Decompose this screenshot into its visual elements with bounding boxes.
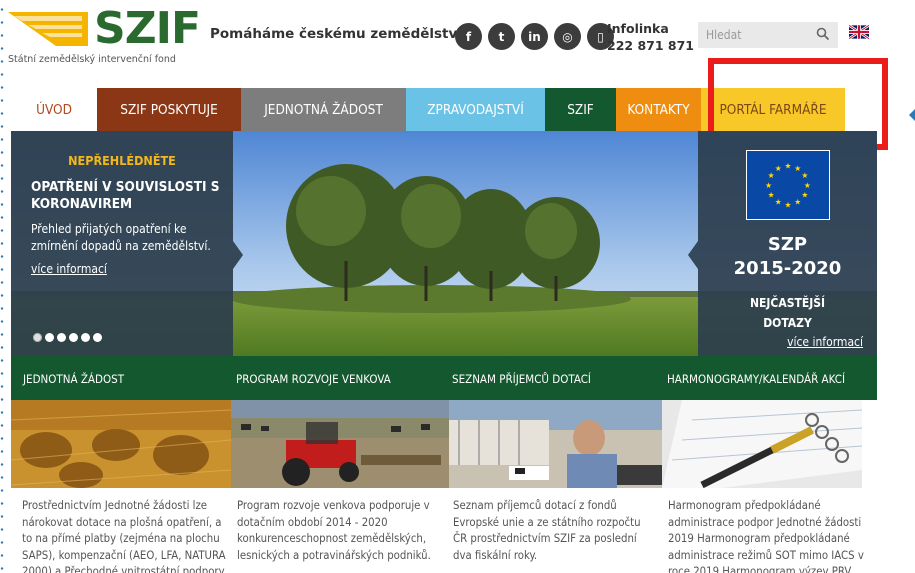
- szp-title: SZP 2015-2020: [698, 233, 877, 281]
- farmer-cows-image[interactable]: [449, 400, 662, 488]
- eu-star-icon: ★: [775, 198, 782, 207]
- tractor-image[interactable]: [231, 400, 449, 488]
- infolinka-number[interactable]: 222 871 871: [607, 37, 694, 54]
- search-input[interactable]: Hledat: [698, 22, 838, 48]
- facebook-icon[interactable]: f: [455, 23, 482, 50]
- eu-star-icon: ★: [801, 191, 808, 200]
- linkedin-icon[interactable]: in: [521, 23, 548, 50]
- panel-pointer: [233, 241, 243, 269]
- szp-title-line: SZP: [767, 234, 808, 255]
- carousel-dot[interactable]: [69, 333, 78, 342]
- carousel-dot[interactable]: [45, 333, 54, 342]
- infolinka-label: Infolinka: [607, 21, 669, 36]
- hero-text: Přehled přijatých opatření ke zmírnění d…: [31, 222, 211, 253]
- carousel-dot[interactable]: [33, 333, 42, 342]
- hero-kicker: NEPŘEHLÉDNĚTE: [68, 153, 176, 168]
- eu-star-icon: ★: [775, 164, 782, 173]
- szp-more-link[interactable]: více informací: [787, 335, 863, 349]
- eu-star-icon: ★: [804, 181, 811, 190]
- hero-banner: NEPŘEHLÉDNĚTE OPATŘENÍ V SOUVISLOSTI S K…: [11, 131, 877, 356]
- eu-star-icon: ★: [768, 191, 775, 200]
- category-program-rozvoje[interactable]: PROGRAM ROZVOJE VENKOVA: [236, 372, 391, 386]
- szif-logo[interactable]: SZIF Státní zemědělský intervenční fond: [8, 6, 201, 66]
- category-harmonogramy[interactable]: HARMONOGRAMY/KALENDÁŘ AKCÍ: [667, 372, 845, 386]
- nav-uvod[interactable]: ÚVOD: [11, 88, 97, 131]
- category-seznam-prijemcu[interactable]: SEZNAM PŘÍJEMCŮ DOTACÍ: [452, 372, 591, 386]
- eu-star-icon: ★: [765, 181, 772, 190]
- tile-text-jednotna-zadost: Prostřednictvím Jednotné žádosti lze nár…: [22, 499, 227, 573]
- hay-bales-image[interactable]: [11, 400, 231, 488]
- eu-star-icon: ★: [785, 200, 792, 209]
- logo-subtitle: Státní zemědělský intervenční fond: [8, 54, 176, 65]
- tagline: Pomáháme českému zemědělství: [210, 26, 462, 42]
- search-placeholder: Hledat: [706, 28, 742, 42]
- tile-text-seznam-prijemcu: Seznam příjemců dotací z fondů Evropské …: [453, 499, 641, 562]
- logo-stripes-icon: [8, 12, 88, 46]
- logo-text: SZIF: [94, 3, 201, 54]
- hero-title: OPATŘENÍ V SOUVISLOSTI S KORONAVIREM: [31, 179, 220, 212]
- szp-panel: ★ ★ ★ ★ ★ ★ ★ ★ ★ ★ ★ ★ SZP 2015-2020 NEJČASTĚJŠÍ D…: [698, 131, 877, 356]
- side-arrow-icon[interactable]: [909, 109, 915, 121]
- infolinka: Infolinka 222 871 871: [607, 20, 694, 54]
- instagram-icon[interactable]: ◎: [554, 23, 581, 50]
- category-bar: JEDNOTNÁ ŽÁDOST PROGRAM ROZVOJE VENKOVA …: [11, 356, 877, 400]
- nav-kontakty[interactable]: KONTAKTY: [616, 88, 701, 131]
- carousel-dot[interactable]: [57, 333, 66, 342]
- tile-text-harmonogramy: Harmonogram předpokládané administrace p…: [668, 499, 864, 573]
- eu-star-icon: ★: [785, 161, 792, 170]
- eu-star-icon: ★: [768, 171, 775, 180]
- szp-title-line: 2015-2020: [733, 258, 842, 279]
- faq-line: NEJČASTĚJŠÍ: [749, 296, 826, 310]
- category-jednotna-zadost[interactable]: JEDNOTNÁ ŽÁDOST: [23, 372, 124, 386]
- faq-label[interactable]: NEJČASTĚJŠÍ DOTAZY: [698, 293, 877, 333]
- social-links: f t in ◎ ▯: [455, 23, 614, 50]
- eu-flag-icon: ★★★★★★★★★ ★ ★★: [746, 150, 830, 220]
- uk-flag-icon[interactable]: [849, 25, 869, 39]
- hero-more-link[interactable]: více informací: [31, 262, 107, 276]
- nav-szif-poskytuje[interactable]: SZIF POSKYTUJE: [97, 88, 241, 131]
- notebook-pen-image[interactable]: [662, 400, 862, 488]
- twitter-icon[interactable]: t: [488, 23, 515, 50]
- eu-star-icon: ★: [801, 171, 808, 180]
- carousel-dot[interactable]: [81, 333, 90, 342]
- nav-szif[interactable]: SZIF: [545, 88, 616, 131]
- carousel-dots: [33, 333, 102, 342]
- eu-star-icon: ★: [794, 164, 801, 173]
- eu-star-icon: ★: [794, 198, 801, 207]
- hero-news-panel: NEPŘEHLÉDNĚTE OPATŘENÍ V SOUVISLOSTI S K…: [11, 131, 233, 356]
- left-edge-decoration: [0, 0, 4, 573]
- carousel-dot[interactable]: [93, 333, 102, 342]
- nav-jednotna-zadost[interactable]: JEDNOTNÁ ŽÁDOST: [241, 88, 406, 131]
- panel-pointer: [688, 241, 698, 269]
- nav-zpravodajstvi[interactable]: ZPRAVODAJSTVÍ: [406, 88, 545, 131]
- search-icon[interactable]: [816, 27, 830, 41]
- faq-line: DOTAZY: [763, 316, 812, 330]
- tile-text-program-rozvoje: Program rozvoje venkova podporuje v dota…: [237, 499, 431, 562]
